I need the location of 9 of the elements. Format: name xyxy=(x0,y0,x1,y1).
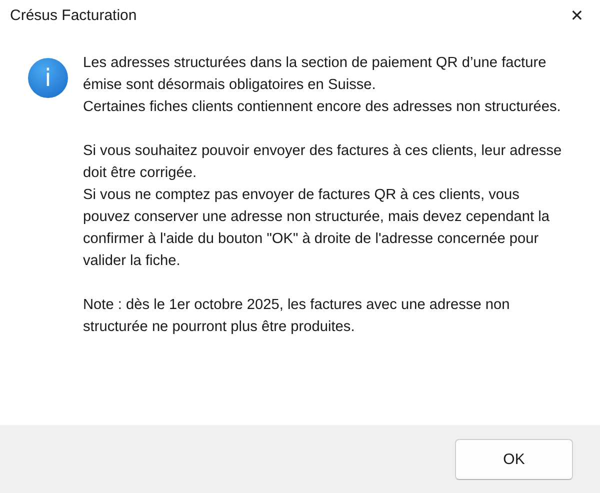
info-icon: i xyxy=(28,58,68,98)
message-text: Note : dès le 1er octobre 2025, les factures avec une adresse non structurée ne pourront plus être produites. xyxy=(83,296,511,337)
window-title: Crésus Facturation xyxy=(10,6,137,24)
message-text: Si vous ne comptez pas envoyer de factures QR à ces clients, vous pouvez conserver une adresse non structurée, mais devez cependant la confirmer à l'aide du bouton "OK" à droite de l'adresse concernée pour valider la fiche. xyxy=(83,186,550,271)
message-text: Certaines fiches clients contiennent encore des adresses non structurées. xyxy=(83,98,562,117)
ok-button[interactable]: OK xyxy=(455,438,573,480)
message-text: Les adresses structurées dans la section de paiement QR d’une facture émise sont désormais obligatoires en Suisse. xyxy=(83,54,548,95)
message-text: Si vous souhaitez pouvoir envoyer des factures à ces clients, leur adresse doit être corrigée. xyxy=(83,142,563,183)
close-button[interactable]: ✕ xyxy=(554,0,600,30)
